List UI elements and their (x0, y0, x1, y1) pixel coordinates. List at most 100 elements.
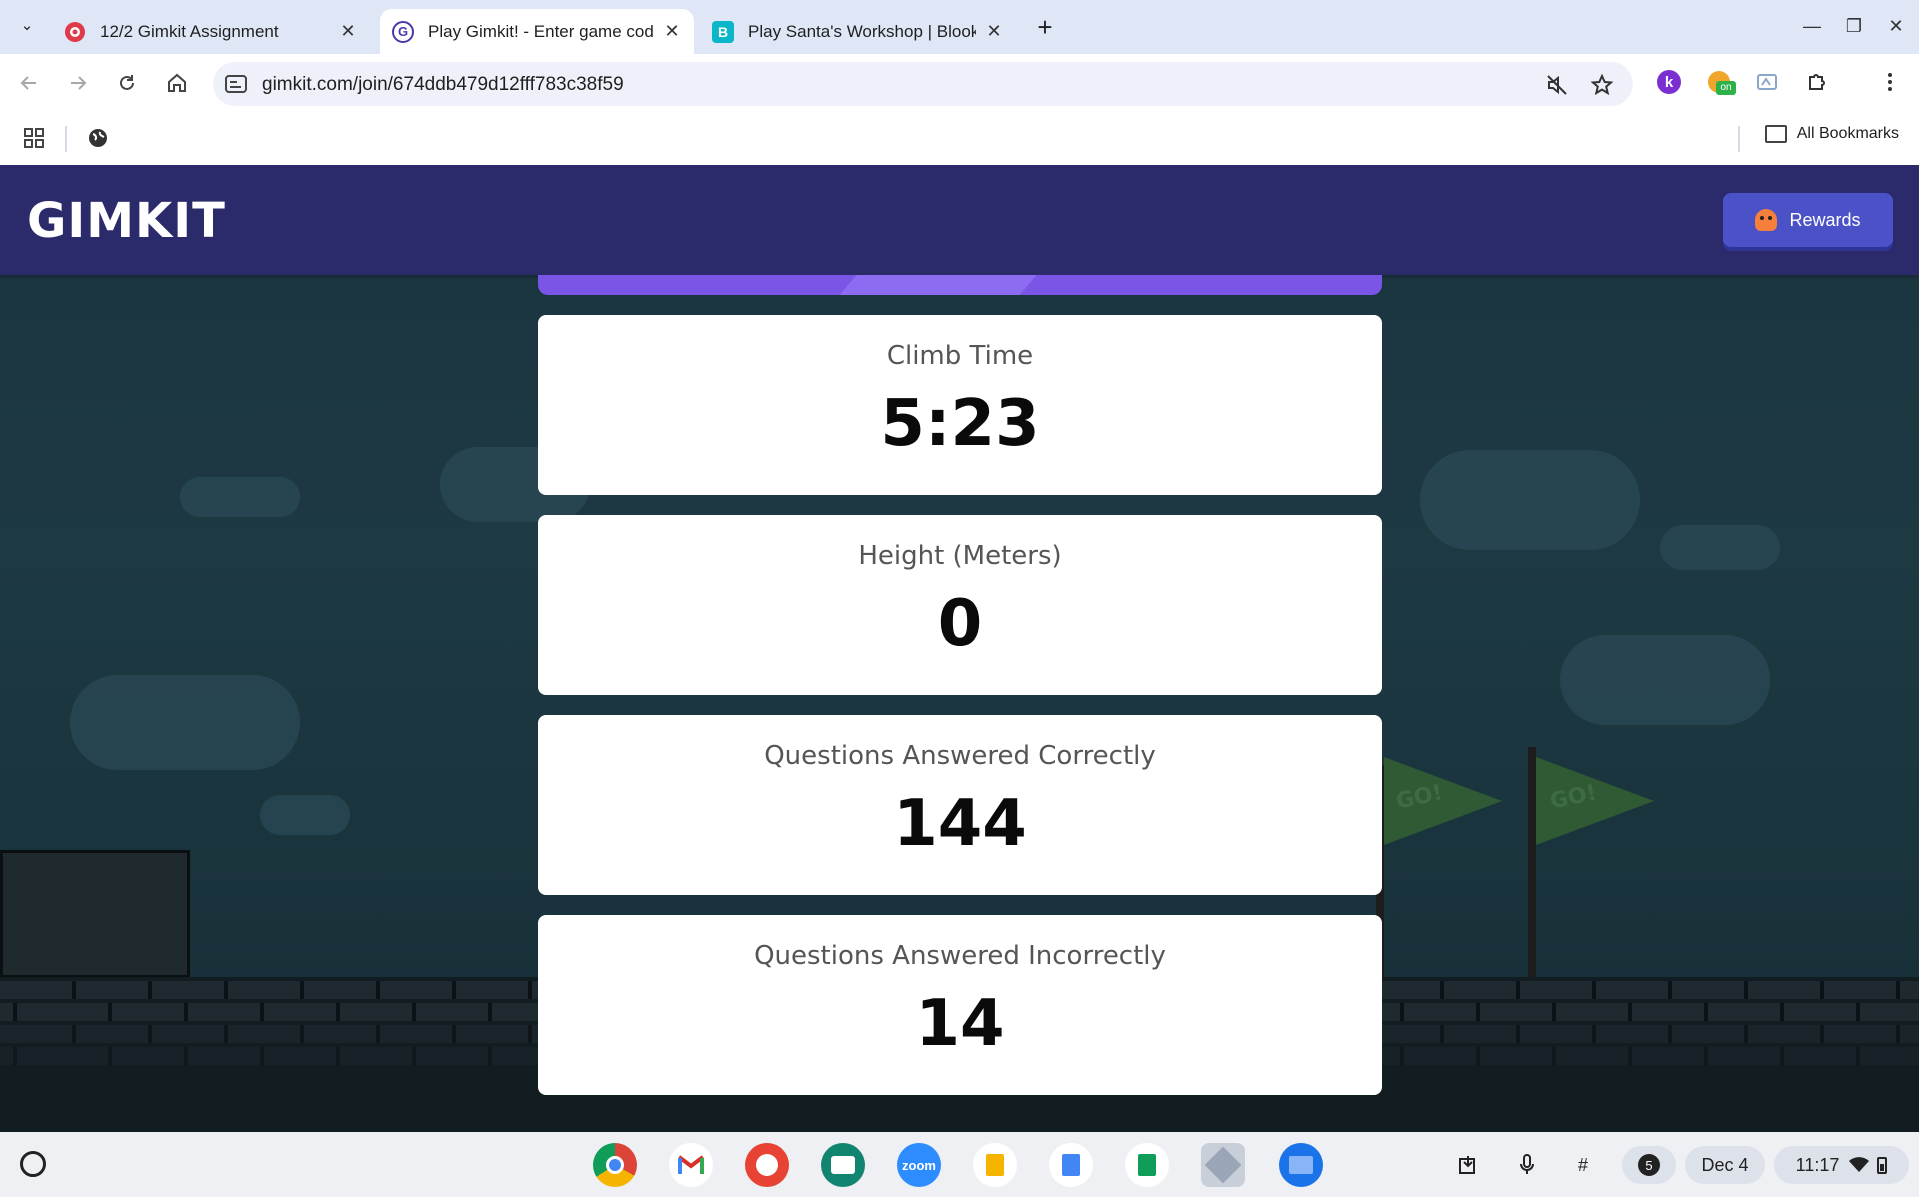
notification-badge[interactable]: 5 (1622, 1146, 1676, 1184)
octopus-icon (1755, 209, 1778, 231)
rewards-label: Rewards (1789, 209, 1861, 230)
restore-icon: ❐ (1845, 15, 1863, 36)
close-window-button[interactable]: ✕ (1876, 8, 1916, 44)
gimkit-icon: G (392, 20, 414, 43)
bookmarks-divider (65, 126, 67, 152)
back-button[interactable] (10, 64, 48, 102)
bookmark-star-icon[interactable] (1589, 72, 1615, 98)
site-info-icon[interactable] (225, 74, 247, 94)
gmail-icon[interactable] (669, 1143, 713, 1187)
stat-label: Height (Meters) (858, 541, 1062, 571)
docs-icon[interactable] (1049, 1143, 1093, 1187)
address-bar[interactable]: gimkit.com/join/674ddb479d12fff783c38f59 (213, 62, 1633, 106)
files-icon[interactable] (1279, 1143, 1323, 1187)
battery-icon (1877, 1157, 1888, 1174)
cloud-decoration (70, 675, 300, 770)
app-icon[interactable] (1201, 1143, 1245, 1187)
tab-play-gimkit[interactable]: G Play Gimkit! - Enter game code ✕ (380, 9, 694, 54)
canvas-icon (64, 21, 86, 43)
close-icon[interactable]: ✕ (662, 21, 682, 42)
launcher-icon[interactable] (20, 1151, 46, 1177)
date-label: Dec 4 (1701, 1154, 1749, 1175)
home-button[interactable] (158, 64, 196, 102)
zoom-label: zoom (902, 1157, 936, 1173)
close-icon[interactable]: ✕ (338, 21, 358, 42)
arrow-right-icon (71, 76, 87, 90)
restore-button[interactable]: ❐ (1834, 8, 1874, 44)
tab-gimkit-assignment[interactable]: 12/2 Gimkit Assignment ✕ (52, 9, 370, 54)
stat-card-correct: Questions Answered Correctly 144 (538, 715, 1382, 895)
tab-title: 12/2 Gimkit Assignment (100, 21, 279, 41)
tab-search-button[interactable]: ⌄ (12, 10, 42, 40)
canvas-paint-icon[interactable] (745, 1143, 789, 1187)
all-bookmarks-label: All Bookmarks (1796, 125, 1899, 142)
tab-muted-icon[interactable] (1544, 72, 1570, 98)
new-tab-button[interactable]: + (1030, 12, 1060, 42)
flag-pole (1528, 747, 1536, 979)
microphone-icon[interactable] (1507, 1146, 1547, 1184)
reload-button[interactable] (108, 64, 146, 102)
all-bookmarks-button[interactable]: All Bookmarks (1764, 125, 1899, 143)
gimkit-page: GO! GO! GIMKIT Rewards Climb Time 5:23 H… (0, 165, 1919, 1132)
gimkit-header: GIMKIT Rewards (0, 165, 1919, 275)
status-area[interactable]: 11:17 (1774, 1146, 1909, 1184)
tab-strip: ⌄ 12/2 Gimkit Assignment ✕ G Play Gimkit… (0, 0, 1919, 54)
chevron-down-icon: ⌄ (20, 17, 34, 34)
puzzle-icon[interactable] (1800, 65, 1834, 99)
slides-icon[interactable] (973, 1143, 1017, 1187)
url-domain: gimkit.com (262, 74, 353, 95)
home-icon (168, 73, 186, 92)
globe-icon[interactable] (84, 124, 112, 152)
cloud-decoration (1420, 450, 1640, 550)
minimize-button[interactable]: — (1792, 8, 1832, 44)
close-icon[interactable]: ✕ (984, 21, 1004, 42)
cloud-decoration (1560, 635, 1770, 725)
time-label: 11:17 (1795, 1154, 1840, 1175)
gimkit-logo[interactable]: GIMKIT (27, 193, 226, 249)
blooket-icon: B (712, 20, 734, 43)
stat-value: 14 (915, 987, 1005, 1061)
k-extension-icon[interactable]: k (1652, 65, 1686, 99)
stat-card-height: Height (Meters) 0 (538, 515, 1382, 695)
browser-toolbar: gimkit.com/join/674ddb479d12fff783c38f59… (0, 54, 1919, 112)
apps-grid-icon[interactable] (20, 124, 48, 152)
close-icon: ✕ (1888, 15, 1904, 36)
cast-icon[interactable] (1750, 65, 1784, 99)
stat-label: Questions Answered Incorrectly (754, 941, 1166, 971)
cloud-decoration (1660, 525, 1780, 570)
plus-icon: + (1037, 11, 1053, 42)
date-button[interactable]: Dec 4 (1685, 1146, 1765, 1184)
cloud-decoration (180, 477, 300, 517)
stat-value: 5:23 (880, 387, 1040, 461)
stat-value: 144 (893, 787, 1027, 861)
forward-button[interactable] (59, 64, 97, 102)
rewards-button[interactable]: Rewards (1723, 193, 1893, 247)
hashtag-icon[interactable]: # (1563, 1146, 1603, 1184)
tab-blooket[interactable]: B Play Santa's Workshop | Blooket ✕ (700, 9, 1016, 54)
stat-label: Climb Time (886, 341, 1034, 371)
bookmarks-divider (1738, 126, 1740, 152)
url-text: gimkit.com/join/674ddb479d12fff783c38f59 (262, 74, 624, 96)
minimize-icon: — (1803, 15, 1821, 36)
tab-title: Play Gimkit! - Enter game code (428, 21, 654, 41)
sheets-icon[interactable] (1125, 1143, 1169, 1187)
bookmarks-bar: All Bookmarks (0, 112, 1919, 165)
reload-icon (120, 75, 134, 90)
url-path: /join/674ddb479d12fff783c38f59 (352, 74, 624, 95)
holding-space-icon[interactable] (1448, 1146, 1488, 1184)
arrow-left-icon (20, 76, 36, 90)
system-shelf: zoom # 5 Dec 4 11:17 (0, 1132, 1919, 1197)
chrome-icon[interactable] (593, 1143, 637, 1187)
summary-banner (538, 275, 1382, 295)
tab-title: Play Santa's Workshop | Blooket (748, 21, 976, 41)
notification-count: 5 (1638, 1154, 1660, 1176)
folder-icon (1764, 125, 1787, 143)
wifi-icon (1849, 1157, 1870, 1172)
menu-icon[interactable] (1873, 65, 1907, 99)
on-extension-icon[interactable]: on (1702, 65, 1736, 99)
zoom-icon[interactable]: zoom (897, 1143, 941, 1187)
stat-label: Questions Answered Correctly (764, 741, 1156, 771)
cloud-decoration (260, 795, 350, 835)
stat-card-climb-time: Climb Time 5:23 (538, 315, 1382, 495)
classroom-icon[interactable] (821, 1143, 865, 1187)
